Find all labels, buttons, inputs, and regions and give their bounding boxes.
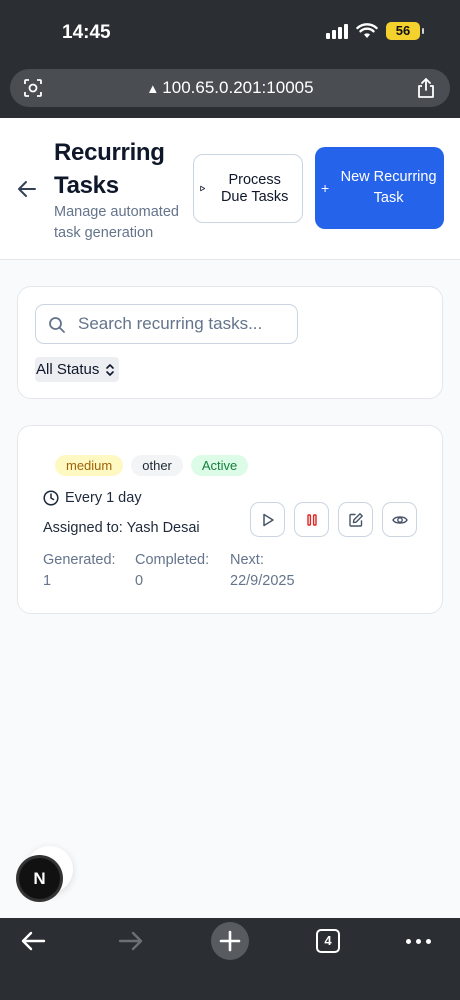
search-input[interactable]: [78, 305, 293, 343]
play-icon: [262, 513, 274, 526]
completed-label: Completed:: [135, 552, 210, 568]
browser-bottom-toolbar: 4: [0, 918, 460, 1000]
process-button-label: Process Due Tasks: [220, 171, 289, 205]
stat-next: Next: 22/9/2025: [230, 550, 295, 592]
plus-icon: [219, 930, 241, 952]
status-filter-select[interactable]: All Status: [35, 357, 120, 382]
more-options-icon[interactable]: [406, 939, 431, 944]
status-time: 14:45: [62, 22, 111, 43]
battery-icon: 56: [386, 22, 424, 40]
recurring-task-card: medium other Active Every 1 day Assigned…: [17, 425, 443, 614]
process-due-tasks-button[interactable]: Process Due Tasks: [193, 154, 303, 223]
new-tab-button[interactable]: [211, 922, 249, 960]
assigned-to: Assigned to: Yash Desai: [43, 520, 200, 536]
page-header: Recurring Tasks Manage automated task ge…: [0, 118, 460, 260]
completed-value: 0: [135, 573, 144, 589]
signal-icon: [326, 23, 348, 39]
stat-generated: Generated: 1: [43, 550, 135, 592]
status-icons: 56: [326, 22, 424, 40]
pause-button[interactable]: [294, 502, 329, 537]
filter-card: All Status: [17, 286, 443, 399]
url-text[interactable]: ▲ 100.65.0.201:10005: [10, 78, 450, 98]
task-stats: Generated: 1 Completed: 0 Next: 22/9/202…: [43, 550, 295, 592]
new-button-label: New Recurring Task: [340, 169, 437, 206]
stat-completed: Completed: 0: [135, 550, 230, 592]
warning-icon: ▲: [146, 81, 160, 96]
frequency-text: Every 1 day: [65, 490, 142, 506]
status-badge: Active: [190, 455, 249, 476]
url-bar[interactable]: ▲ 100.65.0.201:10005: [10, 69, 450, 107]
search-icon: [49, 317, 65, 333]
generated-label: Generated:: [43, 552, 116, 568]
play-icon: [200, 185, 206, 192]
task-actions: [250, 502, 417, 537]
back-arrow-icon[interactable]: [16, 178, 38, 200]
new-recurring-task-button[interactable]: + New Recurring Task: [315, 147, 444, 229]
browser-back-icon[interactable]: [20, 930, 46, 952]
view-button[interactable]: [382, 502, 417, 537]
task-badges: medium other Active: [55, 455, 249, 476]
page-title: Recurring Tasks: [54, 139, 165, 199]
nextjs-dev-badge[interactable]: N: [19, 858, 60, 899]
next-label: Next:: [230, 552, 264, 568]
page-subtitle: Manage automated task generation: [54, 204, 179, 241]
share-icon[interactable]: [416, 77, 436, 99]
run-now-button[interactable]: [250, 502, 285, 537]
clock-icon: [43, 490, 59, 506]
priority-badge: medium: [55, 455, 124, 476]
edit-button[interactable]: [338, 502, 373, 537]
task-frequency: Every 1 day: [43, 490, 142, 506]
tabs-button[interactable]: 4: [316, 929, 340, 953]
pause-icon: [306, 513, 317, 526]
browser-top-chrome: 14:45 56 ▲ 100.65.0.201:10005: [0, 0, 460, 118]
next-value: 22/9/2025: [230, 573, 295, 589]
status-filter-value: All Status: [36, 361, 100, 378]
chevron-up-down-icon: [106, 363, 115, 376]
search-box[interactable]: [35, 304, 298, 344]
edit-icon: [348, 512, 363, 527]
wifi-icon: [356, 23, 378, 38]
category-badge: other: [131, 455, 183, 476]
plus-icon: +: [321, 180, 330, 196]
browser-forward-icon[interactable]: [118, 930, 144, 952]
generated-value: 1: [43, 573, 52, 589]
eye-icon: [391, 515, 408, 524]
